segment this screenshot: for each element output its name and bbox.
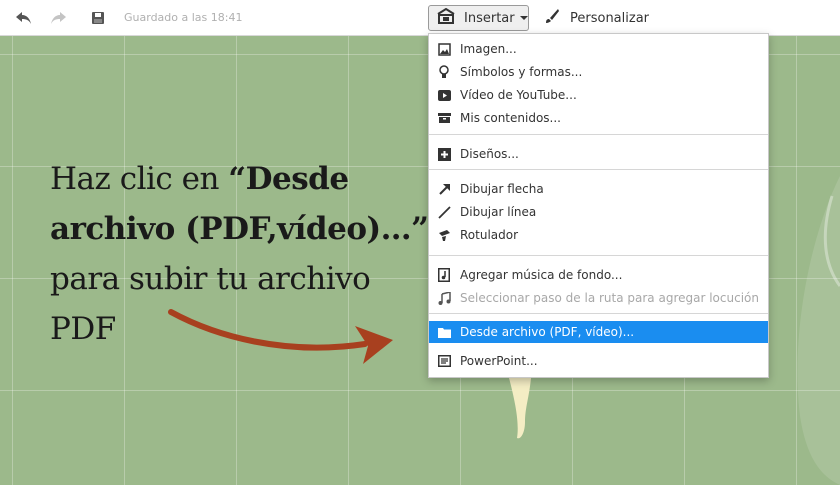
arrow-icon xyxy=(437,182,451,196)
instruction-pre: Haz clic en xyxy=(50,161,229,197)
menu-item-seleccionar-paso-de-la-ruta-para-agregar-locucion: Seleccionar paso de la ruta para agregar… xyxy=(429,287,768,309)
menu-item-label: Vídeo de YouTube... xyxy=(460,88,577,102)
menu-item-video-de-youtube[interactable]: Vídeo de YouTube... xyxy=(429,84,768,106)
menu-item-label: Dibujar flecha xyxy=(460,182,544,196)
lightbulb-icon xyxy=(437,65,451,79)
menu-item-desde-archivo-pdf-video[interactable]: Desde archivo (PDF, vídeo)... xyxy=(429,321,768,343)
decorative-curve xyxy=(797,176,840,485)
insert-button[interactable]: Insertar xyxy=(428,5,529,31)
menu-item-label: Mis contenidos... xyxy=(460,111,561,125)
menu-item-label: Rotulador xyxy=(460,228,519,242)
menu-item-disenos[interactable]: Diseños... xyxy=(429,143,768,165)
undo-icon[interactable] xyxy=(14,8,34,28)
menu-item-label: Imagen... xyxy=(460,42,517,56)
customize-button[interactable]: Personalizar xyxy=(544,5,649,31)
chevron-down-icon xyxy=(519,16,528,20)
menu-separator xyxy=(429,169,768,170)
menu-separator xyxy=(429,255,768,256)
menu-item-label: Símbolos y formas... xyxy=(460,65,583,79)
menu-item-label: Seleccionar paso de la ruta para agregar… xyxy=(460,291,759,305)
menu-item-simbolos-y-formas[interactable]: Símbolos y formas... xyxy=(429,61,768,83)
brush-icon xyxy=(544,8,560,28)
powerpoint-icon xyxy=(437,354,451,368)
marker-icon xyxy=(437,228,451,242)
insert-icon xyxy=(436,7,456,28)
folder-icon xyxy=(437,325,451,339)
menu-item-dibujar-flecha[interactable]: Dibujar flecha xyxy=(429,178,768,200)
plus-box-icon xyxy=(437,147,451,161)
music-file-icon xyxy=(437,268,451,282)
menu-item-rotulador[interactable]: Rotulador xyxy=(429,224,768,246)
top-toolbar: Guardado a las 18:41 Insertar Personaliz… xyxy=(0,0,840,36)
archive-icon xyxy=(437,111,451,125)
menu-separator xyxy=(429,134,768,135)
menu-item-imagen[interactable]: Imagen... xyxy=(429,38,768,60)
youtube-icon xyxy=(437,88,451,102)
menu-item-agregar-musica-de-fondo[interactable]: Agregar música de fondo... xyxy=(429,264,768,286)
menu-item-label: Diseños... xyxy=(460,147,519,161)
decorative-shape xyxy=(509,378,531,439)
menu-item-label: Desde archivo (PDF, vídeo)... xyxy=(460,325,635,339)
line-icon xyxy=(437,205,451,219)
save-status: Guardado a las 18:41 xyxy=(124,11,243,24)
insert-menu: Imagen... Símbolos y formas... Vídeo de Yo… xyxy=(428,33,769,378)
menu-item-mis-contenidos[interactable]: Mis contenidos... xyxy=(429,107,768,129)
customize-label: Personalizar xyxy=(570,10,650,26)
redo-icon[interactable] xyxy=(48,8,68,28)
save-icon[interactable] xyxy=(88,8,108,28)
menu-item-powerpoint[interactable]: PowerPoint... xyxy=(429,350,768,372)
insert-label: Insertar xyxy=(464,10,515,26)
image-icon xyxy=(437,42,451,56)
menu-item-label: Dibujar línea xyxy=(460,205,537,219)
pointer-arrow xyxy=(168,309,393,364)
menu-separator xyxy=(429,313,768,314)
menu-item-label: PowerPoint... xyxy=(460,354,538,368)
menu-item-dibujar-linea[interactable]: Dibujar línea xyxy=(429,201,768,223)
menu-item-label: Agregar música de fondo... xyxy=(460,268,623,282)
music-note-icon xyxy=(437,291,451,305)
